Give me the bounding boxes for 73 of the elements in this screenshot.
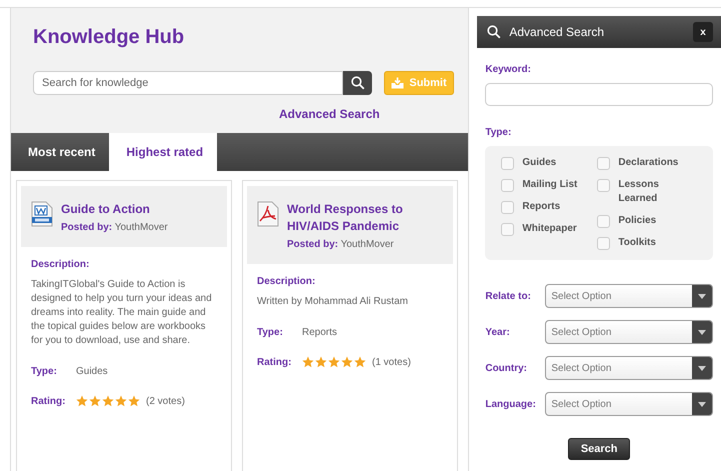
caret-icon — [698, 294, 706, 298]
checkbox[interactable] — [597, 237, 610, 250]
star-icon — [128, 395, 140, 407]
filter-label: Language: — [485, 398, 537, 410]
author-name: YouthMover — [340, 239, 394, 250]
star-icon — [328, 356, 340, 368]
pdf-file-icon — [257, 201, 279, 227]
star-icon — [341, 356, 353, 368]
checkbox-label: Guides — [522, 156, 556, 170]
type-label: Type: — [257, 327, 284, 338]
select-dropdown[interactable]: Select Option — [545, 284, 713, 308]
select-dropdown[interactable]: Select Option — [545, 356, 713, 380]
checkbox[interactable] — [501, 179, 514, 192]
caret-icon — [698, 402, 706, 406]
posted-by-label: Posted by: — [61, 222, 112, 233]
star-icon — [315, 356, 327, 368]
keyword-label: Keyword: — [485, 64, 532, 75]
checkbox[interactable] — [597, 157, 610, 170]
upload-tray-icon — [391, 77, 404, 89]
star-icon — [102, 395, 114, 407]
caret-icon — [698, 366, 706, 370]
rating-label: Rating: — [31, 396, 66, 406]
author-name: YouthMover — [114, 222, 168, 233]
posted-by-label: Posted by: — [287, 239, 338, 250]
star-icon — [302, 356, 314, 368]
resource-title-link[interactable]: Guide to Action — [61, 201, 168, 218]
advanced-search-link[interactable]: Advanced Search — [279, 107, 380, 121]
vote-count: (1 votes) — [372, 356, 411, 368]
filter-label: Year: — [485, 326, 511, 338]
caret-icon — [698, 330, 706, 334]
checkbox-label: Toolkits — [618, 236, 656, 250]
select-dropdown[interactable]: Select Option — [545, 320, 713, 344]
checkbox-label: Declarations — [618, 156, 678, 170]
type-value: Guides — [76, 366, 108, 377]
type-label: Type: — [31, 366, 58, 377]
description-label: Description: — [257, 276, 316, 287]
rating-label: Rating: — [257, 356, 292, 368]
search-field[interactable]: Search for knowledge — [33, 71, 343, 95]
search-button[interactable] — [343, 71, 372, 95]
filter-label: Country: — [485, 362, 528, 374]
checkbox-label: Whitepaper — [522, 222, 577, 236]
description-text: Written by Mohammad Ali Rustam — [257, 295, 409, 309]
star-icon — [76, 395, 88, 407]
checkbox[interactable] — [501, 201, 514, 214]
type-value: Reports — [302, 327, 338, 338]
resource-title-link[interactable]: World Responses to HIV/AIDS Pandemic — [287, 201, 443, 235]
panel-title: Advanced Search — [509, 25, 606, 39]
search-button[interactable]: Search — [568, 438, 630, 460]
star-icon — [115, 395, 127, 407]
tab[interactable]: Most recent — [11, 133, 110, 171]
checkbox[interactable] — [501, 223, 514, 236]
star-icon — [354, 356, 366, 368]
close-button[interactable]: x — [693, 22, 713, 42]
checkbox-label: Policies — [618, 214, 656, 228]
document-file-icon — [31, 201, 53, 227]
description-label: Description: — [31, 259, 90, 270]
vote-count: (2 votes) — [146, 396, 185, 406]
checkbox-label: Reports — [522, 200, 560, 214]
checkbox[interactable] — [597, 179, 610, 192]
star-icon — [89, 395, 101, 407]
description-text: TakingITGlobal's Guide to Action is designed to help you turn your ideas and dreams into reality. The main guide and the topical guides below are workbooks for you to download, use and share. — [31, 278, 213, 348]
type-label: Type: — [485, 127, 512, 138]
tab[interactable]: Highest rated — [109, 133, 218, 171]
checkbox-label: Mailing List — [522, 178, 578, 192]
search-icon — [350, 76, 364, 90]
filter-label: Relate to: — [485, 290, 532, 302]
checkbox-label: Lessons Learned — [618, 178, 660, 206]
checkbox[interactable] — [597, 215, 610, 228]
search-icon — [487, 25, 502, 39]
page-title: Knowledge Hub — [33, 26, 186, 49]
checkbox[interactable] — [501, 157, 514, 170]
select-dropdown[interactable]: Select Option — [545, 392, 713, 416]
keyword-field[interactable] — [485, 83, 713, 106]
